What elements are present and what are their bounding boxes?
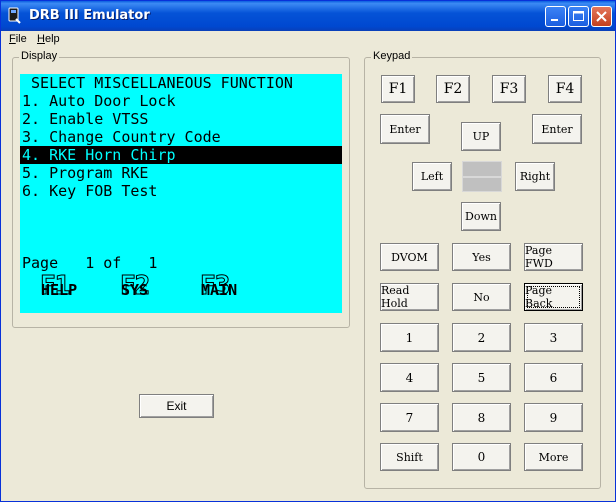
key-6-button[interactable]: 6 [524,363,583,392]
display-menu-line: 3. Change Country Code [22,128,221,146]
minimize-button[interactable] [545,6,566,27]
maximize-button[interactable] [568,6,589,27]
more-button[interactable]: More [524,443,583,471]
minimize-icon [551,19,558,21]
no-button[interactable]: No [452,283,511,311]
app-window: DRB III Emulator File Help Display SELEC… [0,0,616,502]
title-bar[interactable]: DRB III Emulator [1,1,615,31]
dvom-button[interactable]: DVOM [380,243,439,271]
keypad-f2-button[interactable]: F2 [436,75,470,103]
display-page-indicator: Page 1 of 1 [22,254,158,272]
right-button[interactable]: Right [515,162,555,191]
key-1-button[interactable]: 1 [380,323,439,352]
yes-button[interactable]: Yes [452,243,511,271]
key-3-button[interactable]: 3 [524,323,583,352]
up-button[interactable]: UP [461,122,501,151]
app-icon [8,7,21,24]
key-2-button[interactable]: 2 [452,323,511,352]
keypad-f4-button[interactable]: F4 [548,75,582,103]
key-8-button[interactable]: 8 [452,403,511,432]
read-hold-button[interactable]: Read Hold [380,283,439,311]
close-icon [596,11,607,22]
display-main-label: MAIN [201,281,238,299]
enter-left-button[interactable]: Enter [380,114,430,144]
exit-button[interactable]: Exit [139,394,214,418]
menu-file[interactable]: File [9,33,27,45]
display-selected-line: 4. RKE Horn Chirp [20,146,342,164]
key-7-button[interactable]: 7 [380,403,439,432]
menu-bar: File Help [1,31,615,48]
menu-help[interactable]: Help [37,33,60,45]
display-menu-line: 6. Key FOB Test [22,182,158,200]
display-sys-label: SYS [121,281,149,299]
display-menu-line: 1. Auto Door Lock [22,92,176,110]
shift-button[interactable]: Shift [380,443,439,471]
close-button[interactable] [591,6,612,27]
key-5-button[interactable]: 5 [452,363,511,392]
display-screen: SELECT MISCELLANEOUS FUNCTION 1. Auto Do… [20,74,342,313]
left-button[interactable]: Left [412,162,452,191]
blank-key-top [462,161,502,177]
blank-key-bottom [462,177,502,192]
key-0-button[interactable]: 0 [452,443,511,471]
key-4-button[interactable]: 4 [380,363,439,392]
display-menu-line: 5. Program RKE [22,164,149,182]
keypad-f1-button[interactable]: F1 [381,75,415,103]
display-menu-line: 2. Enable VTSS [22,110,149,128]
window-title: DRB III Emulator [29,8,150,23]
keypad-group-label: Keypad [371,50,413,62]
down-button[interactable]: Down [461,202,501,231]
display-help-label: HELP [41,281,78,299]
keypad-f3-button[interactable]: F3 [492,75,526,103]
display-group-label: Display [19,50,60,62]
enter-right-button[interactable]: Enter [532,114,582,144]
display-title-line: SELECT MISCELLANEOUS FUNCTION [22,74,293,92]
page-back-button[interactable]: Page Back [524,283,583,311]
key-9-button[interactable]: 9 [524,403,583,432]
page-fwd-button[interactable]: Page FWD [524,243,583,271]
maximize-icon [573,11,584,21]
